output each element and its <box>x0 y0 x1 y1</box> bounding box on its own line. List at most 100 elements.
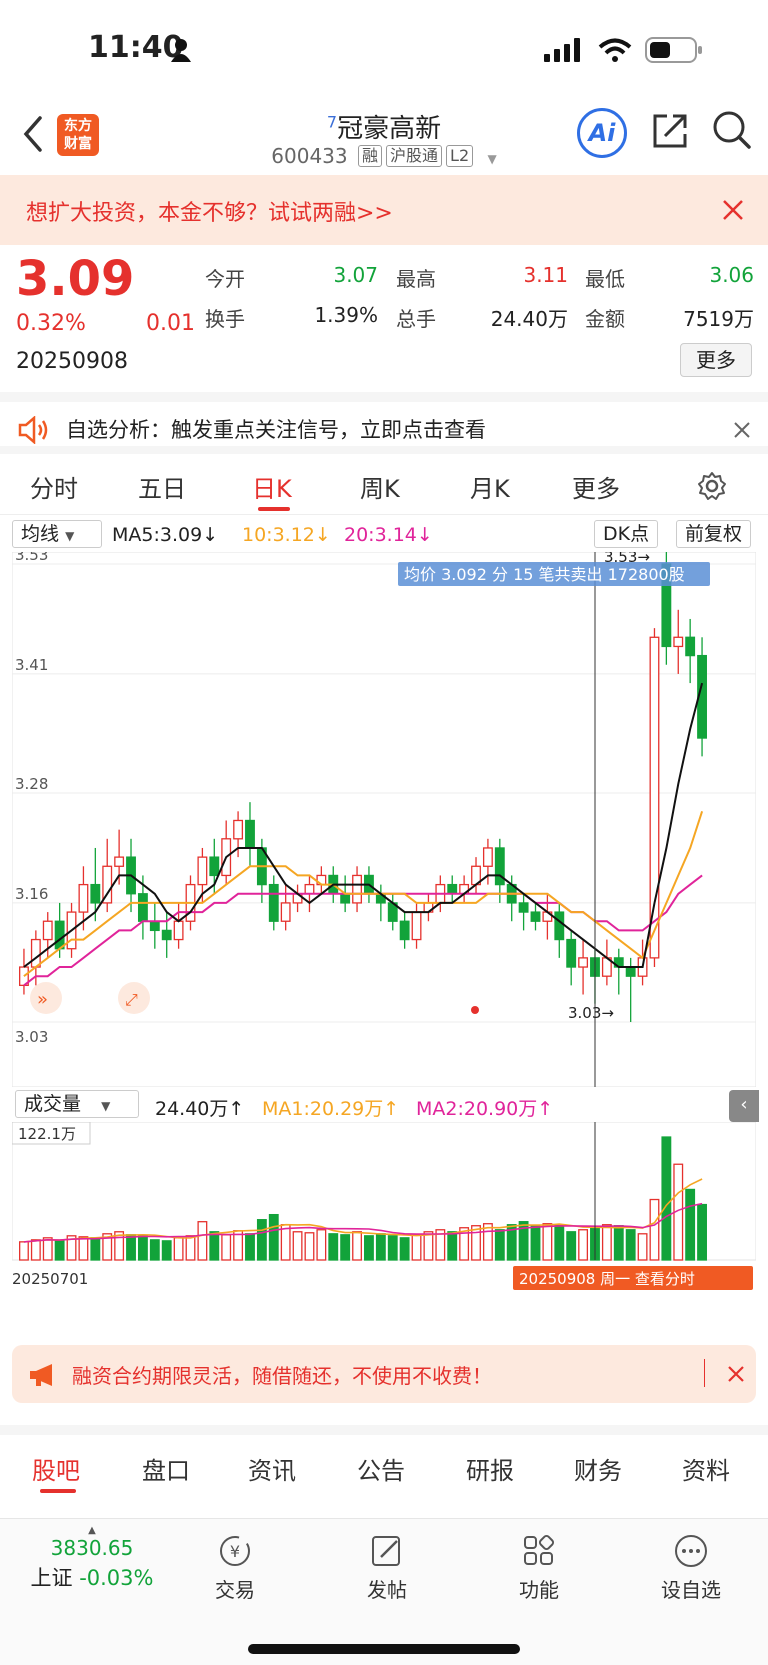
smart-analysis-notice[interactable]: 自选分析：触发重点关注信号，立即点击查看 <box>0 392 768 454</box>
volume-bar <box>661 1136 672 1261</box>
close-icon[interactable] <box>722 199 744 221</box>
more-quote-button[interactable]: 更多 <box>680 343 752 377</box>
vol-ma2-text: MA2:20.90万 <box>416 1098 538 1120</box>
vol-text: 24.40万 <box>155 1098 229 1120</box>
tab-financials[interactable]: 财务 <box>574 1451 622 1486</box>
close-icon[interactable] <box>734 422 750 438</box>
kline-chart[interactable]: 3.53 3.41 3.28 3.16 3.03 均价 3.092 分 15 笔共卖出 1… <box>12 552 756 1087</box>
date-start-label: 20250701 <box>12 1270 88 1288</box>
candle-body <box>114 856 125 867</box>
high-label: 最高 <box>396 267 436 291</box>
candle-body <box>149 920 160 932</box>
tab-daily-k[interactable]: 日K <box>252 469 292 504</box>
battery-icon <box>645 37 702 63</box>
open-value: 3.07 <box>333 263 378 287</box>
low-value: 3.06 <box>709 263 754 287</box>
volume-bar <box>578 1229 589 1261</box>
tab-more[interactable]: 更多 <box>572 469 620 504</box>
financing-ad-banner[interactable]: 融资合约期限灵活，随借随还，不使用不收费！ <box>12 1345 756 1403</box>
volume-chart[interactable]: 122.1万 20250701 20250908 周一 查看分时 <box>12 1122 756 1322</box>
volume-selector-label: 成交量 <box>24 1093 82 1115</box>
close-icon[interactable] <box>728 1366 744 1382</box>
volume-label: 总手 <box>396 307 436 331</box>
collapse-panel-icon[interactable]: ‹ <box>729 1090 759 1122</box>
volume-bar <box>447 1231 458 1261</box>
home-indicator <box>248 1644 520 1654</box>
amount-value: 7519万 <box>683 307 754 331</box>
tab-order-book[interactable]: 盘口 <box>142 1451 190 1486</box>
volume-bar <box>328 1233 339 1261</box>
ma20-value: 20:3.14↓ <box>344 524 433 546</box>
tab-weekly-k[interactable]: 周K <box>360 469 400 504</box>
tab-announcements[interactable]: 公告 <box>357 1451 405 1486</box>
notice-text: 自选分析：触发重点关注信号，立即点击查看 <box>66 418 486 442</box>
search-icon[interactable] <box>712 110 752 150</box>
ma10-text: 10:3.12 <box>242 524 315 546</box>
candle-body <box>566 938 577 968</box>
volume-bar <box>149 1239 160 1261</box>
volume-bar <box>30 1239 41 1261</box>
dk-point-button[interactable]: DK点 <box>594 520 659 548</box>
tab-five-day[interactable]: 五日 <box>138 469 186 504</box>
y-tick-label: 3.28 <box>15 775 48 793</box>
fast-forward-glyph: » <box>37 989 48 1010</box>
add-watchlist-label: 设自选 <box>661 1578 721 1602</box>
candle-body <box>482 847 493 867</box>
amount-label: 金额 <box>585 307 625 331</box>
volume-bar <box>197 1221 208 1261</box>
tab-forum[interactable]: 股吧 <box>32 1451 80 1486</box>
ma20-text: 20:3.14 <box>344 524 417 546</box>
volume-bar <box>268 1213 279 1261</box>
ma-selector[interactable]: 均线 ▼ <box>12 520 102 548</box>
candle-body <box>578 957 589 968</box>
trade-label: 交易 <box>215 1578 255 1602</box>
vol-ma1-text: MA1:20.29万 <box>262 1098 384 1120</box>
tab-intraday[interactable]: 分时 <box>30 469 78 504</box>
functions-button[interactable]: 功能 <box>494 1533 584 1603</box>
wifi-icon <box>598 38 632 62</box>
content-tabs: 股吧 盘口 资讯 公告 研报 财务 资料 <box>0 1425 768 1493</box>
person-icon <box>171 39 191 62</box>
tab-monthly-k[interactable]: 月K <box>470 469 510 504</box>
candle-body <box>494 847 505 886</box>
trade-button[interactable]: ¥ 交易 <box>190 1533 280 1603</box>
index-value: 3830.65 <box>50 1536 134 1560</box>
promo-text: 想扩大投资，本金不够？试试两融>> <box>26 201 393 226</box>
bottom-toolbar: ▲ 3830.65 上证 -0.03% ¥ 交易 发帖 功能 设自选 <box>0 1518 768 1665</box>
settings-icon[interactable] <box>697 471 727 501</box>
tag-level2: L2 <box>446 145 474 167</box>
low-label: 最低 <box>585 267 625 291</box>
volume-bar <box>209 1231 220 1261</box>
volume-bar <box>542 1223 553 1261</box>
candle-body <box>554 911 565 941</box>
candle-body <box>54 920 65 950</box>
tab-news[interactable]: 资讯 <box>248 1451 296 1486</box>
share-icon[interactable] <box>651 112 689 150</box>
tab-research[interactable]: 研报 <box>466 1451 514 1486</box>
index-change: -0.03% <box>79 1566 154 1590</box>
volume-bar <box>245 1233 255 1261</box>
volume-value: 24.40万 <box>490 307 568 331</box>
add-watchlist-button[interactable]: 设自选 <box>646 1533 736 1603</box>
volume-bar <box>411 1234 422 1261</box>
candle-body <box>340 893 351 904</box>
margin-promo-banner[interactable]: 想扩大投资，本金不够？试试两融>> <box>0 175 768 245</box>
volume-bar <box>352 1231 362 1261</box>
ma-selector-label: 均线 <box>21 523 60 545</box>
adjust-button[interactable]: 前复权 <box>676 520 752 548</box>
volume-bar <box>256 1219 267 1261</box>
signal-icon <box>544 38 580 62</box>
volume-bar <box>649 1198 660 1261</box>
volume-bar <box>304 1232 315 1261</box>
ma10-value: 10:3.12↓ <box>242 524 331 546</box>
ai-button[interactable]: Ai <box>577 108 627 158</box>
candle-body <box>233 819 244 840</box>
index-ticker[interactable]: ▲ 3830.65 上证 -0.03% <box>22 1525 162 1592</box>
post-button[interactable]: 发帖 <box>342 1533 432 1603</box>
candle-body <box>399 920 410 941</box>
stock-code: 600433 <box>271 144 348 168</box>
volume-bar <box>221 1234 232 1261</box>
volume-selector[interactable]: 成交量 ▼ <box>15 1090 139 1118</box>
candle-body <box>173 920 184 941</box>
tab-profile[interactable]: 资料 <box>682 1451 730 1486</box>
